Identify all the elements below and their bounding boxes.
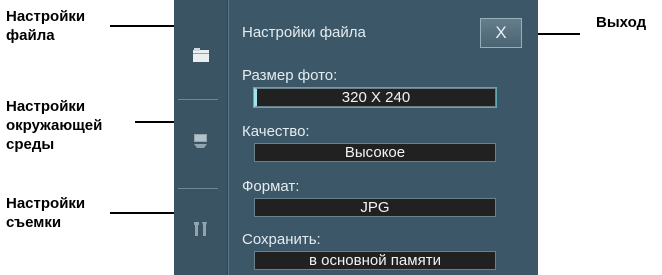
save-location-field[interactable]: в основной памяти — [254, 251, 496, 270]
callout-pointer-shooting-settings — [110, 212, 174, 214]
callout-line-1: Настройки — [6, 98, 86, 115]
callout-exit: Выход — [596, 14, 647, 31]
display-settings-icon[interactable] — [191, 131, 211, 151]
manual-figure: Настройки файла Настройки окружающей сре… — [0, 0, 662, 275]
photo-size-label: Размер фото: — [242, 67, 338, 84]
callout-file-settings: Настройки файла — [6, 7, 85, 45]
callout-line-2: окружающей — [6, 117, 103, 134]
callout-pointer-file-settings — [110, 25, 174, 27]
panel-title: Настройки файла — [242, 24, 366, 41]
format-field[interactable]: JPG — [254, 198, 496, 217]
callout-line-1: Настройки — [6, 195, 86, 212]
panel-divider — [228, 0, 229, 275]
callout-line-1: Настройки — [6, 8, 86, 25]
photo-size-field[interactable]: 320 X 240 — [254, 88, 496, 107]
callout-shooting-settings: Настройки съемки — [6, 194, 85, 232]
sidebar-divider — [178, 188, 218, 189]
quality-field[interactable]: Высокое — [254, 143, 496, 162]
settings-sidebar — [174, 0, 228, 275]
settings-screen: Настройки файла X Размер фото: 320 X 240… — [174, 0, 538, 275]
callout-pointer-exit — [538, 33, 580, 35]
close-button[interactable]: X — [480, 18, 522, 48]
callout-line-3: среды — [6, 136, 55, 153]
callout-line-2: съемки — [6, 214, 62, 231]
sidebar-divider — [178, 99, 218, 100]
folder-icon[interactable] — [191, 45, 211, 65]
callout-line-2: файла — [6, 27, 55, 44]
save-location-label: Сохранить: — [242, 231, 321, 248]
callout-environment-settings: Настройки окружающей среды — [6, 97, 102, 154]
quality-label: Качество: — [242, 123, 310, 140]
callout-pointer-environment-settings — [135, 121, 174, 123]
format-label: Формат: — [242, 178, 300, 195]
tools-icon[interactable] — [191, 219, 211, 239]
